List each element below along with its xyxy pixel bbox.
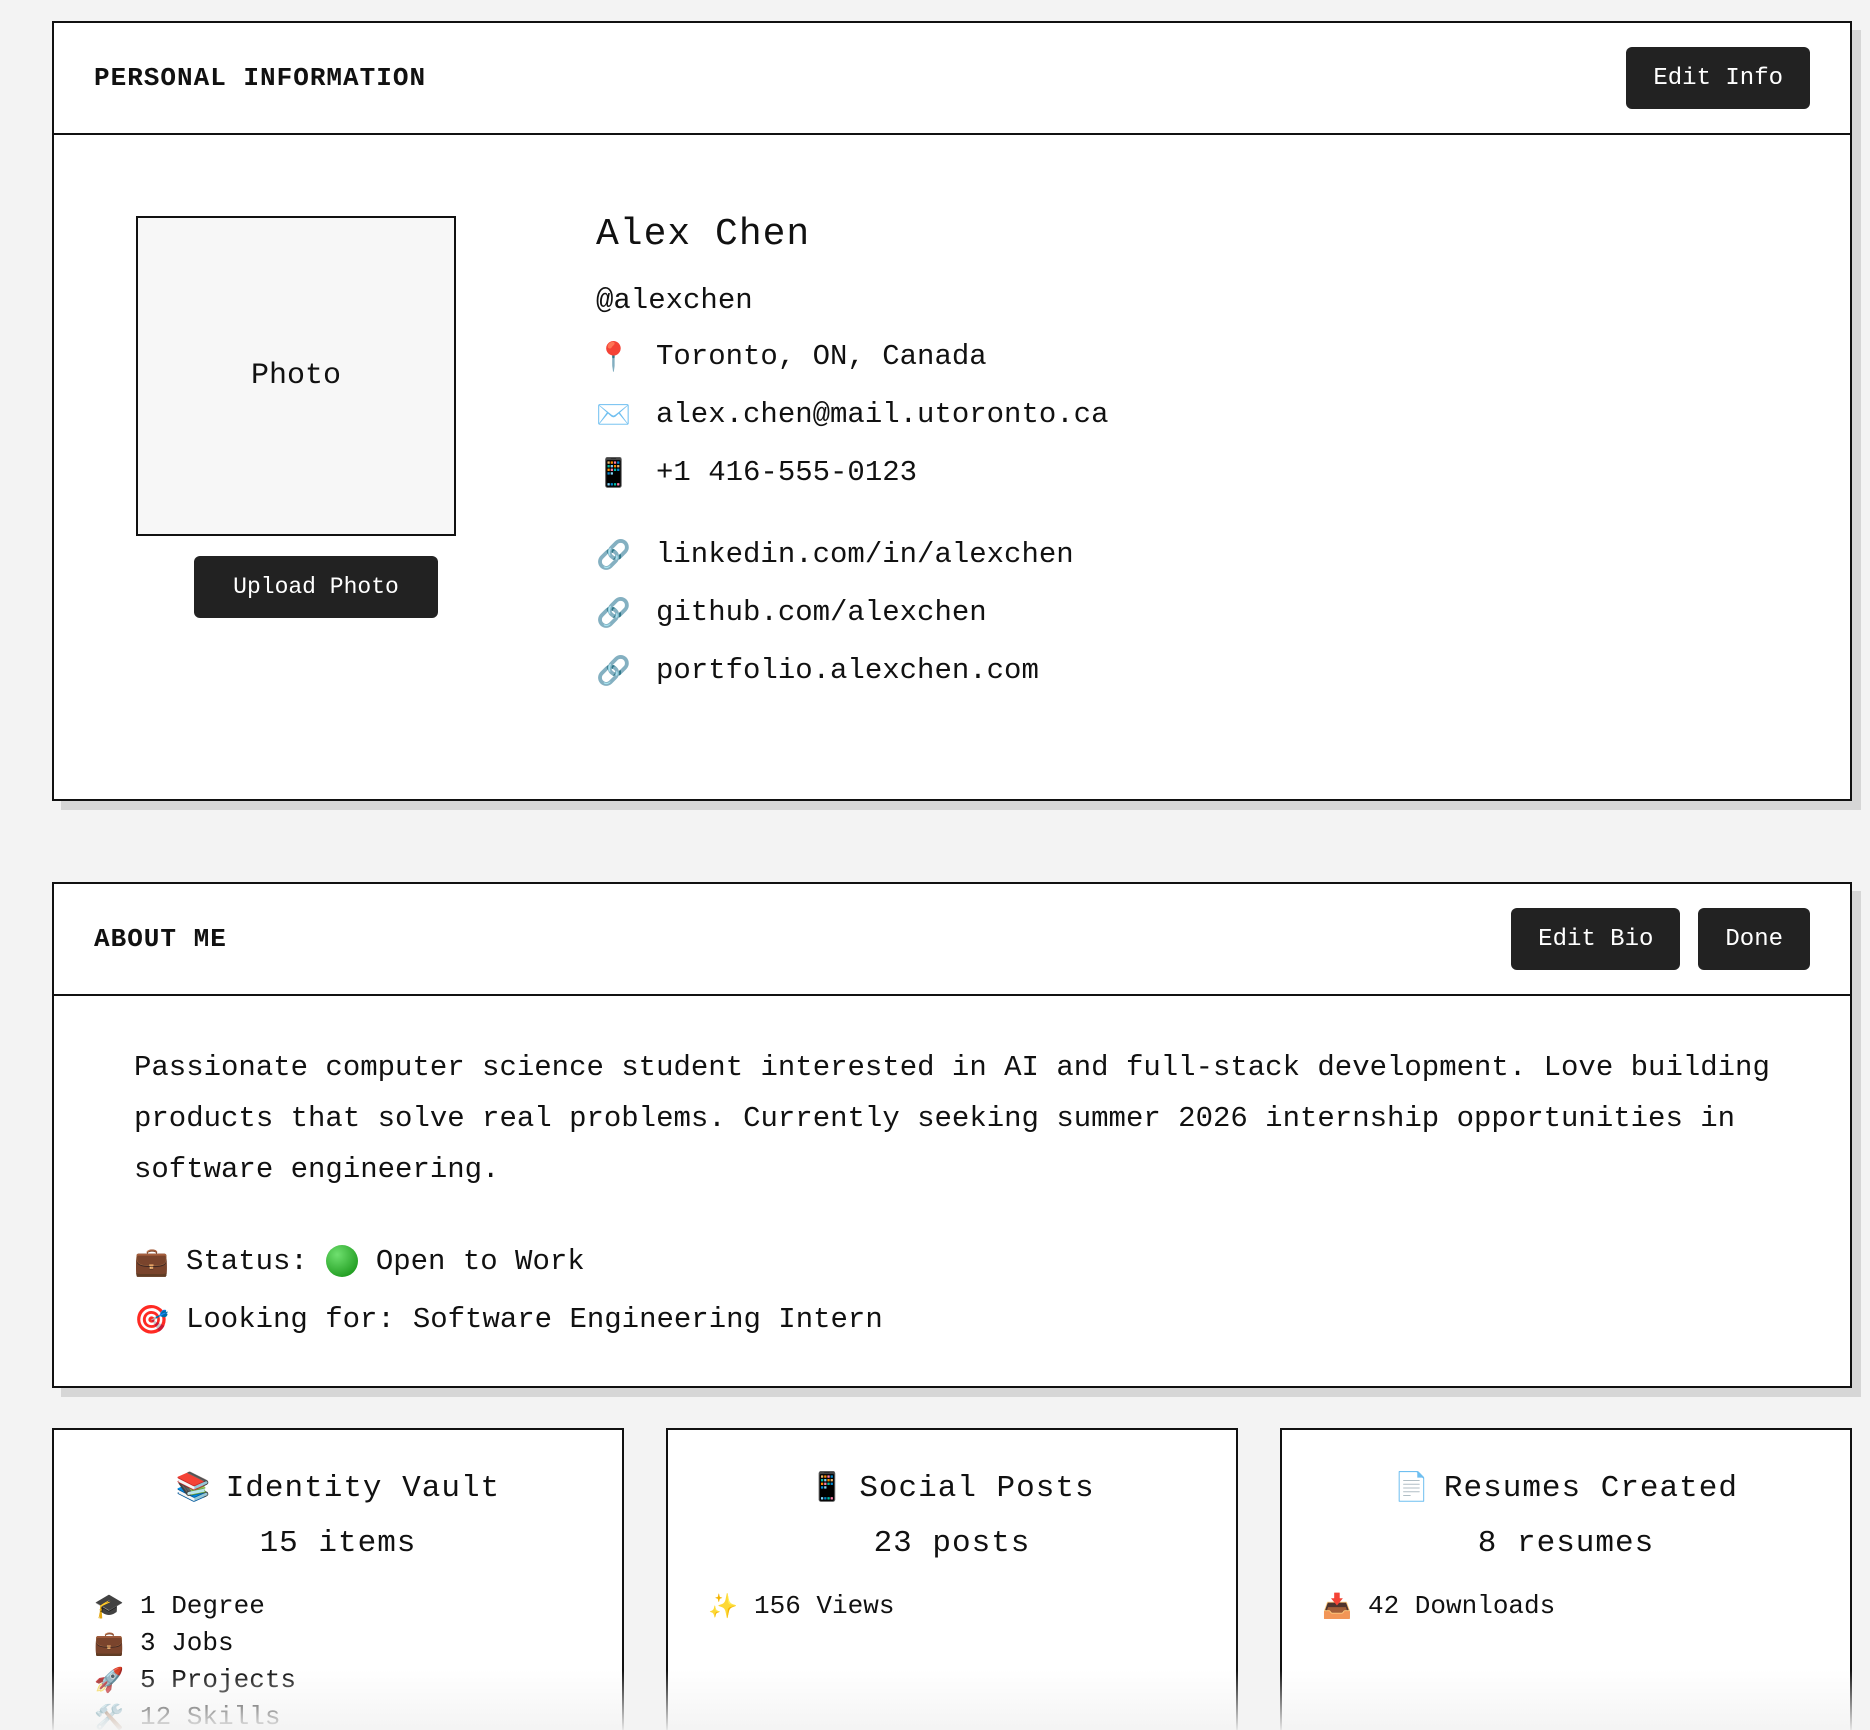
photo-label: Photo (250, 359, 341, 393)
profile-handle: @alexchen (596, 284, 753, 317)
stat-title-text: Identity Vault (225, 1471, 501, 1506)
link-row-linkedin[interactable]: 🔗 linkedin.com/in/alexchen (596, 525, 1108, 583)
envelope-icon: ✉️ (596, 397, 631, 431)
status-value: Open to Work (375, 1244, 585, 1278)
looking-value: Software Engineering Intern (412, 1302, 883, 1336)
list-item: 🚀 5 Projects (94, 1661, 622, 1698)
profile-details: Alex Chen @alexchen 📍 Toronto, ON, Canad… (596, 213, 1108, 699)
personal-info-header: PERSONAL INFORMATION Edit Info (54, 23, 1850, 135)
list-item: 🛠️ 12 Skills (94, 1698, 622, 1730)
link-text[interactable]: linkedin.com/in/alexchen (656, 538, 1074, 571)
green-circle-icon (325, 1245, 358, 1277)
stat-title-text: Resumes Created (1443, 1471, 1738, 1506)
identity-vault-card[interactable]: 📚 Identity Vault 15 items 🎓 1 Degree 💼 3 … (52, 1428, 624, 1730)
document-icon: 📄 (1394, 1470, 1430, 1503)
stat-title: 📚 Identity Vault (54, 1470, 622, 1506)
personal-info-title: PERSONAL INFORMATION (94, 63, 427, 93)
status-label: Status: (186, 1244, 308, 1278)
list-item: ✨ 156 Views (708, 1587, 1236, 1624)
about-me-card: ABOUT ME Edit Bio Done Passionate comput… (52, 882, 1852, 1388)
list-item-text: 5 Projects (140, 1664, 297, 1695)
photo-placeholder[interactable]: Photo (136, 216, 456, 536)
about-me-title: ABOUT ME (94, 924, 227, 954)
graduation-cap-icon: 🎓 (94, 1591, 124, 1620)
upload-photo-button[interactable]: Upload Photo (194, 556, 438, 618)
mobile-phone-icon: 📱 (596, 455, 631, 489)
resumes-created-card[interactable]: 📄 Resumes Created 8 resumes 📥 42 Download… (1280, 1428, 1852, 1730)
inbox-tray-icon: 📥 (1322, 1591, 1352, 1620)
tools-icon: 🛠️ (94, 1702, 124, 1730)
rocket-icon: 🚀 (94, 1665, 124, 1694)
phone-row: 📱 +1 416-555-0123 (596, 443, 1108, 501)
social-posts-card[interactable]: 📱 Social Posts 23 posts ✨ 156 Views (666, 1428, 1238, 1730)
link-icon: 🔗 (596, 537, 631, 571)
email-text[interactable]: alex.chen@mail.utoronto.ca (656, 398, 1108, 431)
edit-info-button[interactable]: Edit Info (1626, 47, 1810, 109)
profile-name: Alex Chen (596, 213, 811, 256)
stat-title: 📄 Resumes Created (1282, 1470, 1850, 1506)
personal-info-card: PERSONAL INFORMATION Edit Info Photo Upl… (52, 21, 1852, 801)
target-icon: 🎯 (134, 1302, 169, 1336)
looking-for-row: 🎯 Looking for: Software Engineering Inte… (134, 1290, 883, 1348)
list-item-text: 3 Jobs (140, 1627, 234, 1658)
about-me-header: ABOUT ME Edit Bio Done (54, 884, 1850, 996)
stat-title-text: Social Posts (859, 1471, 1095, 1506)
mobile-phone-icon: 📱 (809, 1470, 846, 1503)
briefcase-icon: 💼 (134, 1244, 169, 1278)
link-text[interactable]: github.com/alexchen (656, 596, 987, 629)
list-item: 💼 3 Jobs (94, 1624, 622, 1661)
done-button[interactable]: Done (1698, 908, 1810, 970)
list-item-text: 42 Downloads (1368, 1590, 1556, 1621)
pin-icon: 📍 (596, 339, 631, 373)
location-row: 📍 Toronto, ON, Canada (596, 327, 1108, 385)
books-icon: 📚 (175, 1470, 212, 1503)
link-row-portfolio[interactable]: 🔗 portfolio.alexchen.com (596, 641, 1108, 699)
status-row: 💼 Status: Open to Work (134, 1232, 883, 1290)
email-row: ✉️ alex.chen@mail.utoronto.ca (596, 385, 1108, 443)
stat-list: 🎓 1 Degree 💼 3 Jobs 🚀 5 Projects 🛠️ 12 S… (54, 1587, 622, 1730)
list-item: 📥 42 Downloads (1322, 1587, 1850, 1624)
briefcase-icon: 💼 (94, 1628, 124, 1657)
link-text[interactable]: portfolio.alexchen.com (656, 654, 1039, 687)
looking-label: Looking for: (186, 1302, 395, 1336)
list-item-text: 1 Degree (140, 1590, 265, 1621)
link-icon: 🔗 (596, 595, 631, 629)
stat-count: 23 posts (873, 1526, 1031, 1561)
link-row-github[interactable]: 🔗 github.com/alexchen (596, 583, 1108, 641)
location-text: Toronto, ON, Canada (656, 339, 987, 373)
stat-count: 15 items (259, 1526, 417, 1561)
stat-count: 8 resumes (1477, 1526, 1655, 1561)
stat-list: ✨ 156 Views (668, 1587, 1236, 1624)
phone-text: +1 416-555-0123 (656, 455, 918, 489)
about-meta: 💼 Status: Open to Work 🎯 Looking for: So… (134, 1232, 883, 1348)
stat-list: 📥 42 Downloads (1282, 1587, 1850, 1624)
list-item: 🎓 1 Degree (94, 1587, 622, 1624)
sparkles-icon: ✨ (708, 1591, 738, 1620)
edit-bio-button[interactable]: Edit Bio (1511, 908, 1681, 970)
list-item-text: 156 Views (754, 1590, 895, 1621)
stat-title: 📱 Social Posts (668, 1470, 1236, 1506)
link-icon: 🔗 (596, 653, 631, 687)
list-item-text: 12 Skills (140, 1701, 281, 1730)
bio-text: Passionate computer science student inte… (134, 1051, 1770, 1186)
